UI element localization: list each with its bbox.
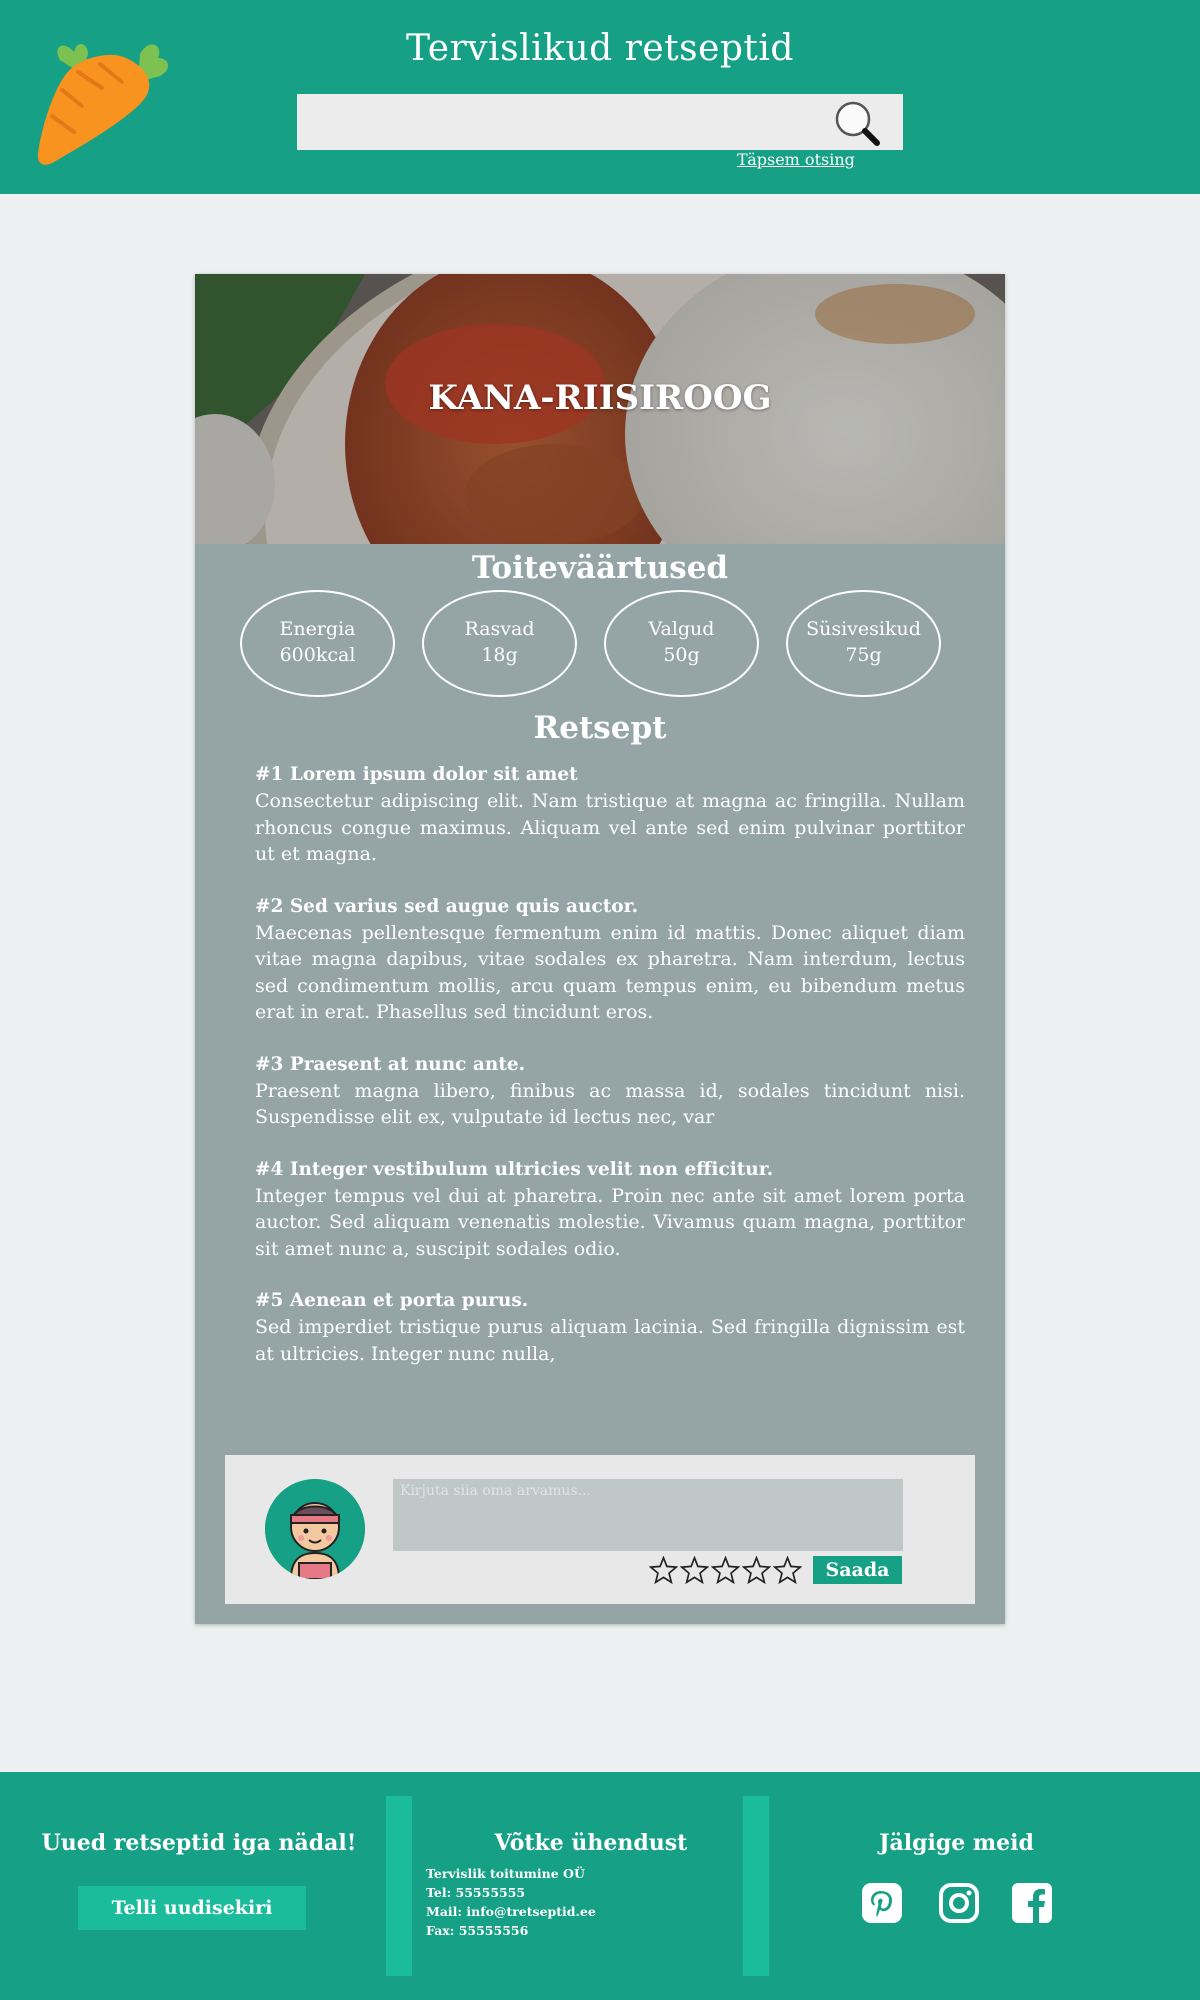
- step-text: Consectetur adipiscing elit. Nam tristiq…: [255, 790, 965, 865]
- star-icon[interactable]: [649, 1556, 678, 1585]
- comment-box: Saada: [225, 1455, 975, 1604]
- contact-phone: Tel: 55555555: [426, 1885, 526, 1900]
- nutrient-fat: Rasvad 18g: [422, 590, 577, 697]
- nutrient-energy: Energia 600kcal: [240, 590, 395, 697]
- contact-email: Mail: info@tretseptid.ee: [426, 1904, 596, 1919]
- contact-company: Tervislik toitumine OÜ: [426, 1866, 585, 1881]
- step-title: #3 Praesent at nunc ante.: [255, 1053, 526, 1075]
- star-icon[interactable]: [773, 1556, 802, 1585]
- site-header: Tervislikud retseptid Täpsem otsing: [0, 0, 1200, 194]
- nutrition-list: Energia 600kcal Rasvad 18g Valgud 50g Sü…: [240, 590, 960, 698]
- rating-stars: [649, 1556, 807, 1586]
- star-icon[interactable]: [680, 1556, 709, 1585]
- advanced-search-link[interactable]: Täpsem otsing: [737, 150, 855, 169]
- step-text: Sed imperdiet tristique purus aliquam la…: [255, 1316, 965, 1365]
- recipe-step: #1 Lorem ipsum dolor sit amet Consectetu…: [255, 762, 965, 868]
- step-title: #1 Lorem ipsum dolor sit amet: [255, 764, 578, 785]
- user-avatar-icon: [265, 1479, 365, 1579]
- recipe-hero-image: KANA-RIISIROOG: [195, 274, 1005, 544]
- step-title: #5 Aenean et porta purus.: [255, 1290, 529, 1311]
- nutrient-carbs: Süsivesikud 75g: [786, 590, 941, 697]
- nutrient-label: Valgud: [648, 618, 715, 640]
- follow-title: Jälgige meid: [879, 1830, 1034, 1856]
- search-icon[interactable]: [833, 100, 881, 146]
- recipe-step: #3 Praesent at nunc ante. Praesent magna…: [255, 1052, 965, 1131]
- star-icon[interactable]: [711, 1556, 740, 1585]
- facebook-icon[interactable]: [1011, 1882, 1053, 1924]
- nutrient-value: 600kcal: [279, 644, 356, 666]
- recipe-title: KANA-RIISIROOG: [428, 378, 772, 418]
- step-title: #2 Sed varius sed augue quis auctor.: [255, 895, 639, 917]
- step-text: Integer tempus vel dui at pharetra. Proi…: [255, 1184, 965, 1260]
- site-title: Tervislikud retseptid: [406, 28, 794, 69]
- contact-fax: Fax: 55555556: [426, 1923, 529, 1938]
- recipe-step: #5 Aenean et porta purus. Sed imperdiet …: [255, 1288, 965, 1367]
- recipe-steps: #1 Lorem ipsum dolor sit amet Consectetu…: [255, 762, 965, 1393]
- footer-divider: [386, 1796, 412, 1976]
- comment-input[interactable]: [393, 1479, 903, 1551]
- nutrient-label: Süsivesikud: [806, 618, 921, 640]
- search-bar: [297, 94, 903, 150]
- footer-divider: [743, 1796, 769, 1976]
- newsletter-title: Uued retseptid iga nädal!: [41, 1830, 357, 1856]
- site-footer: Uued retseptid iga nädal! Telli uudiseki…: [0, 1772, 1200, 2000]
- step-text: Praesent magna libero, finibus ac massa …: [255, 1079, 965, 1129]
- nutrient-value: 18g: [481, 644, 518, 666]
- nutrient-label: Rasvad: [464, 618, 535, 640]
- recipe-section-title: Retsept: [533, 710, 667, 746]
- step-text: Maecenas pellentesque fermentum enim id …: [255, 921, 965, 1024]
- instagram-icon[interactable]: [938, 1882, 980, 1924]
- recipe-step: #4 Integer vestibulum ultricies velit no…: [255, 1157, 965, 1263]
- contact-info: Tervislik toitumine OÜ Tel: 55555555 Mai…: [426, 1864, 596, 1940]
- nutrition-title: Toiteväärtused: [471, 550, 729, 586]
- step-title: #4 Integer vestibulum ultricies velit no…: [255, 1158, 774, 1180]
- search-input[interactable]: [297, 94, 827, 150]
- nutrient-value: 50g: [663, 644, 700, 666]
- recipe-step: #2 Sed varius sed augue quis auctor. Mae…: [255, 894, 965, 1026]
- send-comment-button[interactable]: Saada: [813, 1556, 902, 1584]
- newsletter-subscribe-button[interactable]: Telli uudisekiri: [78, 1886, 306, 1930]
- nutrient-protein: Valgud 50g: [604, 590, 759, 697]
- nutrient-value: 75g: [845, 644, 882, 666]
- contact-title: Võtke ühendust: [494, 1830, 688, 1856]
- star-icon[interactable]: [742, 1556, 771, 1585]
- pinterest-icon[interactable]: [861, 1882, 903, 1924]
- nutrient-label: Energia: [279, 618, 356, 640]
- recipe-card: KANA-RIISIROOG Toiteväärtused Energia 60…: [195, 274, 1005, 1624]
